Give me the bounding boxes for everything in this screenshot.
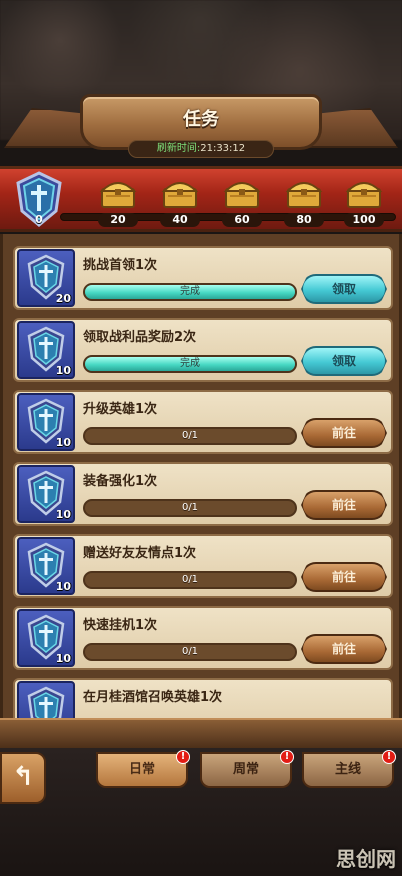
back-arrow-icon: ↰	[12, 762, 34, 792]
panel-bottom-frame	[0, 718, 402, 748]
title-banner: 任务 刷新时间:21:33:12	[0, 88, 402, 168]
task-name: 在月桂酒馆召唤英雄1次	[83, 690, 223, 705]
chest-reward[interactable]: 60	[222, 175, 262, 227]
go-button[interactable]: 前往	[301, 634, 387, 664]
task-progress-bar: 完成	[83, 283, 297, 301]
task-reward-icon: 10	[17, 609, 75, 667]
task-name: 快速挂机1次	[83, 618, 158, 633]
task-reward-icon: 20	[17, 249, 75, 307]
chest-reward[interactable]: 40	[160, 175, 200, 227]
go-button[interactable]: 前往	[301, 562, 387, 592]
treasure-chest-icon	[161, 182, 199, 208]
tab-main[interactable]: 主线 !	[302, 750, 396, 788]
reward-track: 0 20 40 60 80 100	[0, 166, 402, 232]
progress-text: 0/1	[181, 502, 199, 513]
treasure-chest-icon	[99, 182, 137, 208]
task-name: 赠送好友友情点1次	[83, 546, 197, 561]
task-row: 10 快速挂机1次 0/1 前往	[13, 606, 393, 670]
progress-text: 完成	[180, 286, 200, 297]
go-button[interactable]: 前往	[301, 490, 387, 520]
task-row: 10 领取战利品奖励2次完成 领取	[13, 318, 393, 382]
task-row: 在月桂酒馆召唤英雄1次	[13, 678, 393, 720]
task-reward-icon: 10	[17, 537, 75, 595]
task-progress-bar: 0/1	[83, 571, 297, 589]
go-button[interactable]: 前往	[301, 418, 387, 448]
task-progress-bar: 0/1	[83, 427, 297, 445]
progress-text: 0/1	[181, 430, 199, 441]
chest-points: 80	[284, 213, 324, 227]
watermark: 思创网	[336, 847, 396, 871]
refresh-timer: 刷新时间:21:33:12	[128, 140, 274, 158]
task-row: 10 赠送好友友情点1次 0/1 前往	[13, 534, 393, 598]
progress-text: 0/1	[181, 646, 199, 657]
claim-button[interactable]: 领取	[301, 274, 387, 304]
task-reward-icon: 10	[17, 393, 75, 451]
task-reward-icon: 10	[17, 465, 75, 523]
task-points: 20	[55, 292, 71, 305]
task-points: 10	[55, 436, 71, 449]
treasure-chest-icon	[223, 182, 261, 208]
claim-button[interactable]: 领取	[301, 346, 387, 376]
progress-text: 0/1	[181, 574, 199, 585]
task-name: 升级英雄1次	[83, 402, 158, 417]
alert-badge: !	[382, 750, 396, 764]
refresh-label: 刷新时间:	[156, 143, 201, 154]
task-progress-bar: 0/1	[83, 499, 297, 517]
task-points: 10	[55, 364, 71, 377]
alert-badge: !	[280, 750, 294, 764]
task-name: 领取战利品奖励2次	[83, 330, 197, 345]
back-button[interactable]: ↰	[0, 752, 46, 804]
refresh-time: 21:33:12	[200, 143, 246, 154]
tab-label: 周常	[232, 762, 259, 777]
current-points: 0	[35, 213, 43, 226]
task-reward-icon: 10	[17, 321, 75, 379]
chest-reward[interactable]: 80	[284, 175, 324, 227]
chest-points: 60	[222, 213, 262, 227]
tab-daily[interactable]: 日常 !	[96, 750, 190, 788]
chest-reward[interactable]: 100	[344, 175, 384, 227]
task-reward-icon	[17, 681, 75, 720]
alert-badge: !	[176, 750, 190, 764]
task-name: 挑战首领1次	[83, 258, 158, 273]
task-progress-bar: 完成	[83, 355, 297, 373]
treasure-chest-icon	[345, 182, 383, 208]
tab-weekly[interactable]: 周常 !	[200, 750, 294, 788]
task-row: 10 装备强化1次 0/1 前往	[13, 462, 393, 526]
tab-label: 日常	[128, 762, 155, 777]
tab-label: 主线	[334, 762, 361, 777]
task-name: 装备强化1次	[83, 474, 158, 489]
task-row: 20 挑战首领1次完成 领取	[13, 246, 393, 310]
task-list[interactable]: 20 挑战首领1次 完成 领取 10 领取战利品奖励2次 完成 领取 10 升级英雄1次 0/1 前往…	[0, 234, 402, 720]
task-progress-bar: 0/1	[83, 643, 297, 661]
task-row: 10 升级英雄1次 0/1 前往	[13, 390, 393, 454]
treasure-chest-icon	[285, 182, 323, 208]
task-points: 10	[55, 508, 71, 521]
chest-points: 40	[160, 213, 200, 227]
chest-reward[interactable]: 20	[98, 175, 138, 227]
progress-text: 完成	[180, 358, 200, 369]
chest-points: 20	[98, 213, 138, 227]
task-points: 10	[55, 652, 71, 665]
task-points: 10	[55, 580, 71, 593]
page-title: 任务	[183, 109, 219, 130]
chest-points: 100	[344, 213, 384, 227]
